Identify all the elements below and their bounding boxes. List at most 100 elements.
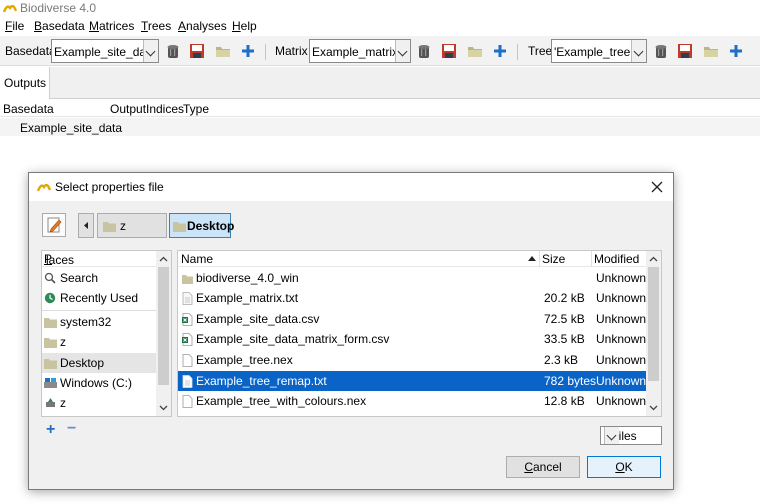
tree-select[interactable]: 'Example_tree' bbox=[551, 39, 647, 63]
column-header-basedata[interactable]: Basedata bbox=[3, 102, 54, 116]
column-header-modified[interactable]: Modified bbox=[594, 252, 639, 266]
sort-ascending-icon bbox=[528, 256, 536, 261]
pencil-icon bbox=[47, 217, 62, 233]
select-properties-file-dialog: Select properties file z Desktop Places … bbox=[28, 172, 674, 490]
remove-place-button[interactable]: − bbox=[67, 420, 76, 438]
menu-basedata[interactable]: Basedata bbox=[34, 19, 85, 33]
trash-icon[interactable] bbox=[165, 43, 181, 59]
column-header-output[interactable]: Output bbox=[110, 102, 146, 116]
open-folder-icon[interactable] bbox=[703, 43, 719, 59]
close-icon[interactable] bbox=[647, 177, 667, 197]
chevron-down-icon[interactable] bbox=[649, 403, 658, 412]
trash-icon[interactable] bbox=[653, 43, 669, 59]
chevron-left-icon bbox=[84, 222, 88, 229]
places-divider bbox=[42, 310, 158, 311]
places-panel: Places Search Recently Used system32 z D… bbox=[41, 250, 172, 417]
file-icon bbox=[182, 354, 193, 367]
open-folder-icon[interactable] bbox=[467, 43, 483, 59]
file-row-selected[interactable]: Example_tree_remap.txt 782 bytes Unknown bbox=[178, 371, 648, 391]
csv-file-icon bbox=[182, 313, 193, 326]
file-icon bbox=[182, 395, 193, 408]
save-icon[interactable] bbox=[441, 43, 457, 59]
chevron-down-icon bbox=[143, 40, 158, 62]
places-scrollbar[interactable] bbox=[156, 251, 171, 416]
cancel-button[interactable]: Cancel bbox=[506, 456, 580, 478]
file-row[interactable]: Example_tree_with_colours.nex 12.8 kB Un… bbox=[178, 391, 648, 411]
biodiverse-logo-icon bbox=[37, 183, 51, 192]
place-system32[interactable]: system32 bbox=[42, 312, 158, 332]
save-icon[interactable] bbox=[677, 43, 693, 59]
add-place-button[interactable]: + bbox=[46, 421, 55, 439]
column-header-indices[interactable]: Indices bbox=[146, 102, 184, 116]
recent-icon bbox=[44, 292, 56, 304]
folder-icon bbox=[182, 275, 193, 284]
add-icon[interactable] bbox=[240, 43, 256, 59]
tree-label: Tree bbox=[528, 44, 553, 58]
ok-button[interactable]: OK bbox=[587, 456, 661, 478]
text-file-icon bbox=[182, 375, 193, 388]
drive-icon bbox=[44, 378, 57, 388]
title-bar: Biodiverse 4.0 bbox=[0, 0, 760, 17]
menu-trees[interactable]: Trees bbox=[141, 19, 171, 33]
outputs-table-header: Basedata Output Indices Type bbox=[0, 100, 760, 117]
chevron-down-icon[interactable] bbox=[159, 403, 168, 412]
csv-file-icon bbox=[182, 333, 193, 346]
file-row[interactable]: biodiverse_4.0_win Unknown bbox=[178, 268, 648, 288]
open-folder-icon[interactable] bbox=[215, 43, 231, 59]
place-recently-used[interactable]: Recently Used bbox=[42, 288, 158, 308]
menu-matrices[interactable]: Matrices bbox=[89, 19, 134, 33]
window-title: Biodiverse 4.0 bbox=[20, 1, 97, 15]
chevron-up-icon[interactable] bbox=[649, 255, 658, 264]
place-windows-c[interactable]: Windows (C:) bbox=[42, 373, 158, 393]
toolbar-divider bbox=[517, 44, 518, 60]
path-segment-z[interactable]: z bbox=[97, 213, 167, 238]
place-search[interactable]: Search bbox=[42, 268, 158, 288]
folder-icon bbox=[44, 359, 57, 369]
scroll-thumb[interactable] bbox=[158, 267, 169, 385]
add-icon[interactable] bbox=[492, 43, 508, 59]
add-icon[interactable] bbox=[728, 43, 744, 59]
place-desktop[interactable]: Desktop bbox=[42, 353, 158, 373]
file-row[interactable]: Example_site_data_matrix_form.csv 33.5 k… bbox=[178, 329, 648, 349]
menu-help[interactable]: Help bbox=[232, 19, 257, 33]
menu-bar: File Basedata Matrices Trees Analyses He… bbox=[0, 17, 760, 36]
places-header: Places bbox=[42, 251, 158, 267]
trash-icon[interactable] bbox=[416, 43, 432, 59]
menu-file[interactable]: File bbox=[5, 19, 24, 33]
text-file-icon bbox=[182, 292, 193, 305]
folder-icon bbox=[103, 222, 116, 232]
file-list: Name Size Modified biodiverse_4.0_win Un… bbox=[177, 250, 662, 417]
place-z-drive[interactable]: z bbox=[42, 393, 158, 413]
chevron-down-icon bbox=[604, 427, 619, 444]
file-row[interactable]: Example_tree.nex 2.3 kB Unknown bbox=[178, 350, 648, 370]
file-row[interactable]: Example_matrix.txt 20.2 kB Unknown bbox=[178, 288, 648, 308]
folder-icon bbox=[44, 338, 57, 348]
folder-icon bbox=[173, 222, 186, 232]
file-list-scrollbar[interactable] bbox=[646, 251, 661, 416]
place-z[interactable]: z bbox=[42, 332, 158, 352]
column-header-type[interactable]: Type bbox=[183, 102, 209, 116]
table-row[interactable]: Example_site_data bbox=[0, 118, 760, 136]
matrix-select[interactable]: Example_matrix bbox=[309, 39, 411, 63]
usb-icon bbox=[46, 398, 55, 407]
tab-bar: Outputs bbox=[0, 67, 760, 99]
tab-outputs[interactable]: Outputs bbox=[0, 67, 50, 99]
matrix-label: Matrix bbox=[275, 44, 308, 58]
chevron-up-icon[interactable] bbox=[159, 255, 168, 264]
path-back-button[interactable] bbox=[78, 213, 94, 238]
file-row[interactable]: Example_site_data.csv 72.5 kB Unknown bbox=[178, 309, 648, 329]
type-location-button[interactable] bbox=[42, 213, 66, 237]
column-header-name[interactable]: Name bbox=[181, 252, 213, 266]
biodiverse-logo-icon bbox=[3, 4, 17, 13]
file-type-filter-select[interactable]: .* files bbox=[600, 426, 662, 445]
column-header-size[interactable]: Size bbox=[542, 252, 565, 266]
file-list-header: Name Size Modified bbox=[178, 251, 648, 267]
folder-icon bbox=[44, 318, 57, 328]
path-segment-desktop[interactable]: Desktop bbox=[169, 213, 234, 238]
menu-analyses[interactable]: Analyses bbox=[178, 19, 227, 33]
save-icon[interactable] bbox=[189, 43, 205, 59]
basedata-select[interactable]: Example_site_data bbox=[51, 39, 159, 63]
scroll-thumb[interactable] bbox=[648, 267, 659, 381]
toolbar-divider bbox=[265, 44, 266, 60]
dialog-title-bar: Select properties file bbox=[29, 173, 673, 201]
